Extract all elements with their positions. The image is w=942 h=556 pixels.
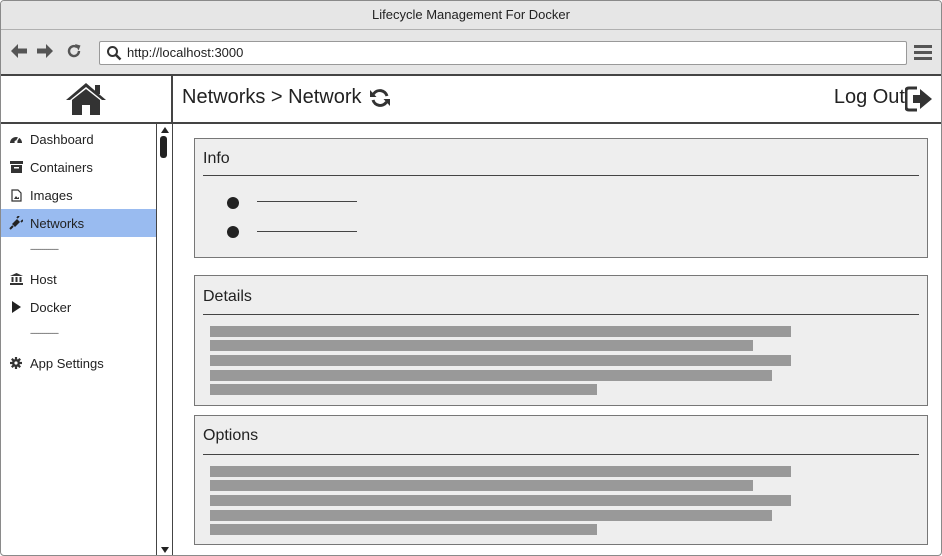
text-placeholder-line bbox=[210, 355, 791, 366]
page-header: Networks > Network Log Out bbox=[173, 76, 941, 124]
text-placeholder-line bbox=[210, 370, 772, 381]
panel-divider bbox=[203, 314, 919, 315]
sidebar-item-dashboard[interactable]: Dashboard bbox=[1, 125, 156, 153]
sidebar-item-docker[interactable]: Docker bbox=[1, 293, 156, 321]
sidebar-item-label: App Settings bbox=[30, 355, 104, 371]
sidebar-item-label: Dashboard bbox=[30, 131, 94, 147]
refresh-icon[interactable] bbox=[369, 87, 391, 109]
details-panel: Details bbox=[194, 275, 928, 406]
sidebar-item-networks[interactable]: Networks bbox=[1, 209, 156, 237]
text-placeholder-line bbox=[210, 510, 772, 521]
sign-out-icon[interactable] bbox=[905, 86, 933, 112]
url-text: http://localhost:3000 bbox=[127, 45, 244, 60]
sidebar-item-app-settings[interactable]: App Settings bbox=[1, 349, 156, 377]
info-panel: Info bbox=[194, 138, 928, 258]
reload-icon[interactable] bbox=[65, 42, 83, 60]
sidebar-separator: -------------- bbox=[30, 244, 59, 254]
details-panel-title: Details bbox=[203, 288, 252, 305]
hamburger-menu-icon[interactable] bbox=[913, 42, 933, 62]
bank-icon bbox=[9, 272, 23, 286]
dashboard-icon bbox=[9, 132, 23, 146]
text-placeholder-line bbox=[210, 326, 791, 337]
plug-icon bbox=[9, 216, 23, 230]
sidebar-item-host[interactable]: Host bbox=[1, 265, 156, 293]
scrollbar-thumb[interactable] bbox=[160, 136, 167, 158]
back-arrow-icon[interactable] bbox=[10, 42, 28, 60]
sidebar-item-containers[interactable]: Containers bbox=[1, 153, 156, 181]
info-panel-title: Info bbox=[203, 150, 230, 167]
sidebar-item-label: Docker bbox=[30, 299, 72, 315]
gear-icon bbox=[9, 356, 23, 370]
text-placeholder-line bbox=[210, 340, 753, 351]
breadcrumb: Networks > Network bbox=[182, 86, 362, 108]
options-panel-title: Options bbox=[203, 427, 259, 444]
text-placeholder-line bbox=[210, 524, 597, 535]
sidebar-scrollbar[interactable] bbox=[156, 124, 172, 555]
options-panel: Options bbox=[194, 415, 928, 545]
text-placeholder-line bbox=[210, 384, 597, 395]
sidebar-item-images[interactable]: Images bbox=[1, 181, 156, 209]
browser-window: Lifecycle Management For Docker http://l… bbox=[0, 0, 942, 556]
text-placeholder-line bbox=[210, 495, 791, 506]
logout-link[interactable]: Log Out bbox=[834, 86, 905, 109]
archive-icon bbox=[9, 160, 23, 174]
window-title: Lifecycle Management For Docker bbox=[1, 1, 941, 30]
file-image-icon bbox=[9, 188, 23, 202]
browser-toolbar: http://localhost:3000 bbox=[1, 30, 941, 76]
url-bar[interactable]: http://localhost:3000 bbox=[99, 41, 907, 65]
list-bullet bbox=[227, 226, 239, 238]
list-item-placeholder bbox=[257, 201, 357, 202]
scroll-up-arrow-icon[interactable] bbox=[161, 127, 169, 133]
list-item-placeholder bbox=[257, 231, 357, 232]
home-button[interactable] bbox=[1, 76, 171, 124]
play-icon bbox=[9, 300, 23, 314]
text-placeholder-line bbox=[210, 466, 791, 477]
sidebar-item-label: Containers bbox=[30, 159, 93, 175]
text-placeholder-line bbox=[210, 480, 753, 491]
sidebar: Dashboard Containers Images Networks ---… bbox=[1, 124, 156, 555]
panel-divider bbox=[203, 454, 919, 455]
forward-arrow-icon[interactable] bbox=[36, 42, 54, 60]
home-icon bbox=[66, 83, 106, 115]
sidebar-item-label: Host bbox=[30, 271, 57, 287]
sidebar-item-label: Images bbox=[30, 187, 73, 203]
sidebar-item-label: Networks bbox=[30, 215, 85, 231]
sidebar-separator: -------------- bbox=[30, 328, 59, 338]
search-icon bbox=[107, 46, 122, 61]
panel-divider bbox=[203, 175, 919, 176]
list-bullet bbox=[227, 197, 239, 209]
scroll-down-arrow-icon[interactable] bbox=[161, 547, 169, 553]
